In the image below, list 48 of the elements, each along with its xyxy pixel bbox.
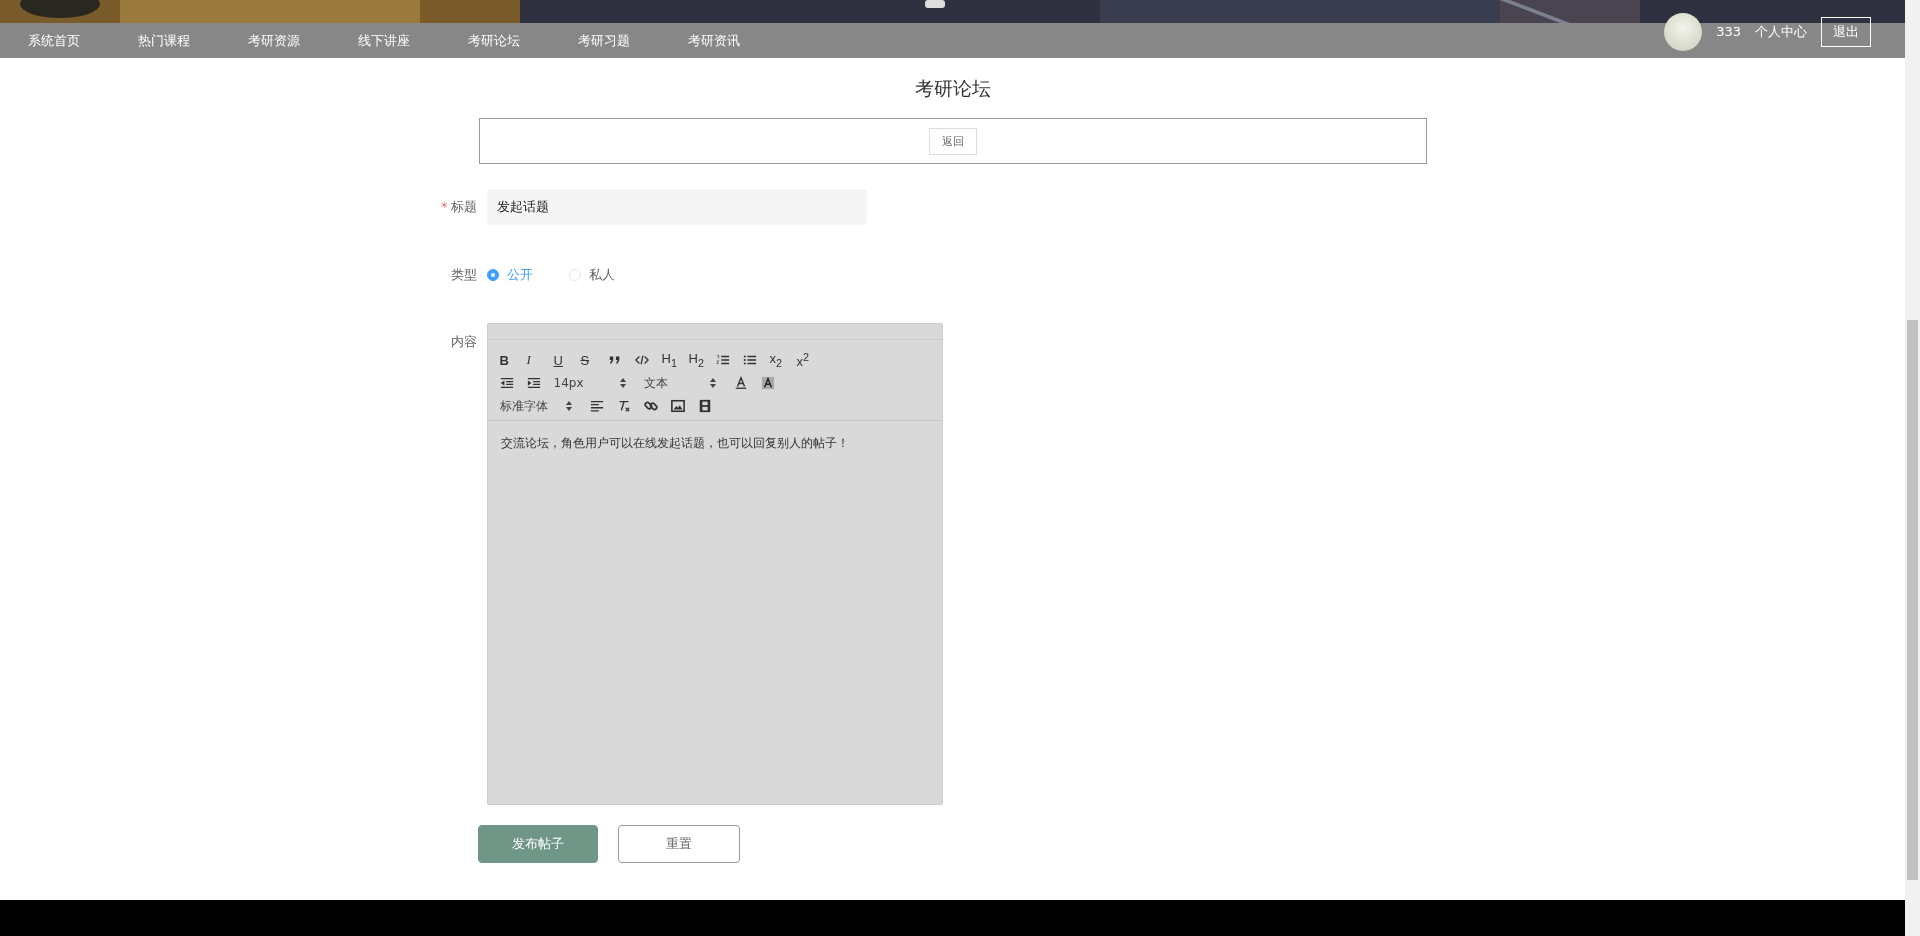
radio-button[interactable] — [486, 269, 499, 281]
format-button[interactable]: x$^{2}$ — [796, 350, 824, 370]
background-color-icon[interactable] — [760, 376, 775, 390]
format-button[interactable]: x$_{2}$ — [769, 351, 797, 369]
code-icon[interactable] — [634, 353, 649, 367]
profile-link[interactable]: 个人中心 — [1755, 22, 1807, 41]
field-label: 标题 — [450, 199, 477, 214]
nav-item[interactable]: 系统首页 — [28, 31, 138, 50]
indent-icon[interactable] — [526, 376, 541, 390]
nav-item[interactable]: 考研资讯 — [688, 31, 798, 50]
nav-item[interactable]: 热门课程 — [138, 31, 248, 50]
link-icon[interactable] — [643, 399, 658, 413]
ordered-list-icon[interactable] — [715, 353, 730, 367]
field-label: 内容 — [449, 333, 477, 351]
back-button[interactable]: 返回 — [928, 127, 977, 155]
nav-item[interactable]: 考研资源 — [248, 31, 358, 50]
required-mark: * — [441, 199, 448, 214]
scrollbar[interactable] — [1905, 0, 1920, 936]
title-input[interactable]: 发起话题 — [486, 189, 867, 225]
format-button[interactable]: H$_{2}$ — [688, 351, 716, 369]
format-button[interactable]: H$_{1}$ — [661, 351, 689, 369]
updown-arrow-icon — [709, 378, 716, 388]
editor-select[interactable]: 文本 — [643, 374, 734, 392]
video-icon[interactable] — [697, 399, 712, 413]
updown-arrow-icon — [565, 401, 572, 411]
image-icon[interactable] — [670, 399, 685, 413]
editor-select[interactable]: 标准字体 — [499, 397, 590, 415]
rich-text-editor[interactable]: B I U S H$_{1}$ H$_{2}$ x$_{2}$ x$^{2}$ 14px 文本 标准字体 交流论坛，角色用户可以在线发起话题，也可以回复别人的帖子！ — [486, 323, 943, 805]
nav-item[interactable]: 考研习题 — [578, 31, 688, 50]
reset-button[interactable]: 重置 — [617, 825, 740, 863]
radio-label[interactable]: 私人 — [588, 266, 615, 284]
nav-item[interactable]: 线下讲座 — [358, 31, 468, 50]
field-label: 类型 — [449, 266, 477, 284]
username: 333 — [1716, 24, 1741, 39]
logout-button[interactable]: 退出 — [1821, 16, 1871, 47]
strike-button[interactable]: S — [580, 352, 608, 368]
font-color-icon[interactable] — [733, 376, 748, 390]
page-title: 考研论坛 — [914, 76, 991, 101]
underline-button[interactable]: U — [553, 352, 581, 368]
bold-button[interactable]: B — [499, 352, 527, 368]
bullet-list-icon[interactable] — [742, 353, 757, 367]
nav-item[interactable]: 考研论坛 — [468, 31, 578, 50]
editor-text: 交流论坛，角色用户可以在线发起话题，也可以回复别人的帖子！ — [499, 435, 850, 452]
align-left-icon[interactable] — [589, 399, 604, 413]
italic-button[interactable]: I — [526, 352, 554, 368]
outdent-icon[interactable] — [499, 376, 514, 390]
editor-select[interactable]: 14px — [553, 376, 644, 390]
updown-arrow-icon — [619, 378, 626, 388]
